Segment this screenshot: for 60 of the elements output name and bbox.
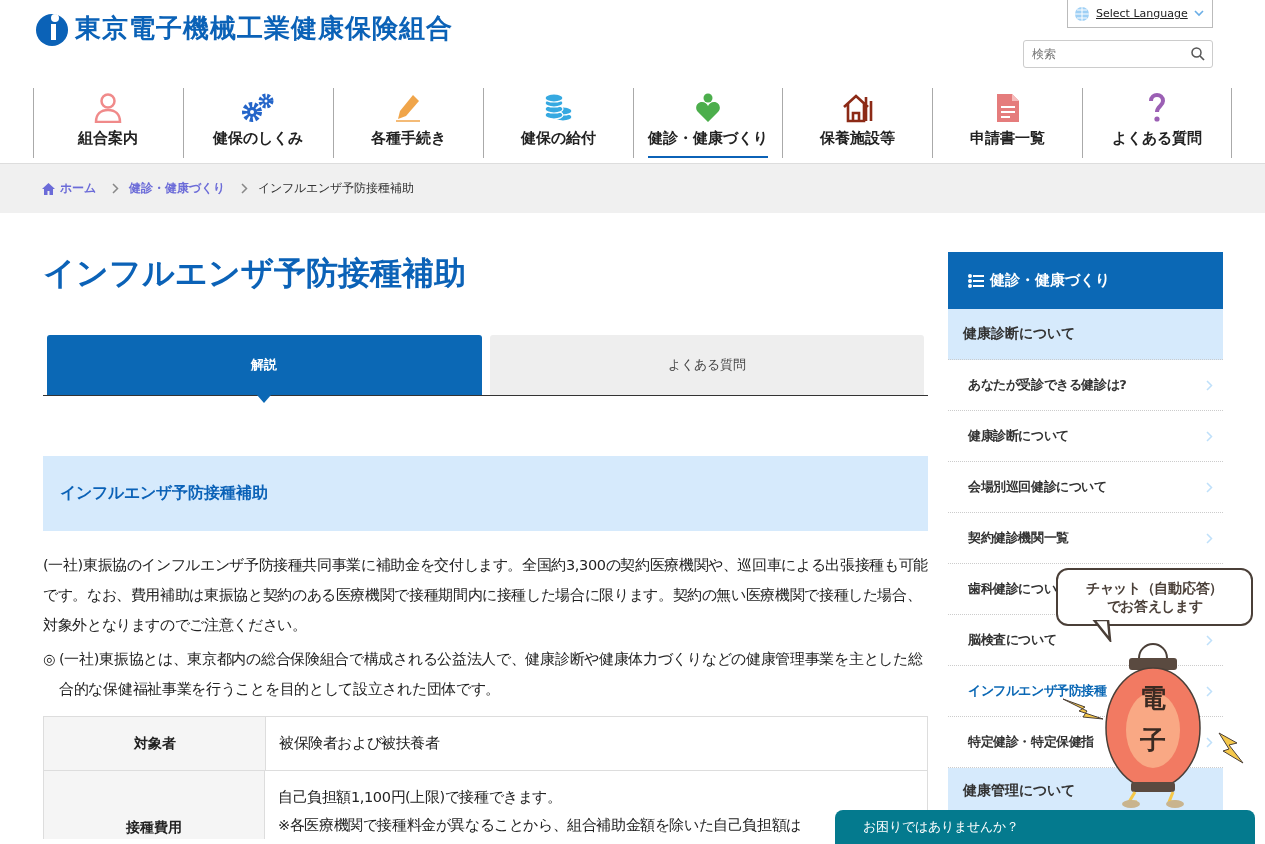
breadcrumb-link[interactable]: 健診・健康づくり [129,180,225,197]
nav-item[interactable]: よくある質問 [1082,88,1232,158]
home-link[interactable]: ホーム [42,180,96,197]
chevron-icon [112,183,119,194]
list-icon [968,273,984,288]
sidebar-item[interactable]: 契約健診機関一覧 [948,513,1223,564]
language-select[interactable]: Select Language [1067,0,1213,28]
chevron-icon [1206,430,1213,442]
lantern-mascot-tooltip[interactable] [1105,640,1201,810]
nav-item[interactable]: 保養施設等 [782,88,933,158]
note-mark: ◎ [43,650,57,669]
person-icon [94,93,123,123]
chevron-icon [1206,532,1213,544]
chevron-icon [1206,736,1213,748]
page-title: インフルエンザ予防接種補助 [43,253,467,294]
table-cell-text: 自己負担額1,100円(上限)で接種できます。 [278,788,563,807]
gears-icon [241,93,276,123]
search-icon[interactable] [1191,47,1205,61]
nav-item[interactable]: 健保の給付 [482,88,633,158]
question-icon [1148,93,1167,123]
heart-person-icon [694,93,721,123]
bubble-text: でお答えします [1106,597,1203,615]
nav-item[interactable]: 各種手続き [332,88,483,158]
table-cell-text: ※各医療機関で接種料金が異なることから、組合補助金額を除いた自己負担額は [278,816,801,835]
search-field[interactable]: 検索 [1023,40,1213,68]
tab-pointer [257,395,272,403]
nav-item[interactable]: 健保のしくみ [182,88,333,158]
chevron-icon [241,183,248,194]
sidebar-item[interactable]: あなたが受診できる健診は? [948,360,1223,411]
chevron-icon [1206,634,1213,646]
coins-icon [543,93,574,123]
table-cell-text: 被保険者および被扶養者 [279,734,440,753]
sidebar-title: 健診・健康づくり [990,271,1110,290]
chevron-icon [1206,481,1213,493]
sidebar-category[interactable]: 健康診断について [948,309,1223,360]
tab[interactable]: よくある質問 [489,335,924,395]
chevron-icon [1206,685,1213,697]
nav-item[interactable]: 申請書一覧 [932,88,1083,158]
table-header-cell: 対象者 [44,717,266,770]
chat-help-toast[interactable]: お困りではありませんか？ [835,810,1255,844]
chevron-icon [1206,379,1213,391]
breadcrumb-current: インフルエンザ予防接種補助 [258,180,414,197]
sidebar-item[interactable]: 会場別巡回健診について [948,462,1223,513]
nav-item[interactable]: 組合案内 [33,88,183,158]
sidebar-item[interactable]: 健康診断について [948,411,1223,462]
bubble-text: チャット（自動応答） [1086,579,1223,597]
table-header-cell: 接種費用 [44,771,265,839]
chat-tooltip[interactable]: チャット（自動応答） でお答えします [1056,568,1253,626]
globe-icon [1074,5,1090,22]
document-icon [995,93,1020,123]
site-title[interactable]: 東京電子機械工業健康保険組合 [75,10,453,46]
lightning-icon [1062,698,1104,720]
nav-item[interactable]: 健診・健康づくり [632,88,783,158]
lightning-icon [1218,732,1244,764]
home-icon [42,182,55,195]
note-text: (一社)東振協とは、東京都内の総合保険組合で構成される公益法人で、健康診断や健康体力づくりなどの健康管理事業を主とした総合的な保健福祉事業を行うことを目的として設立された団体です。 [59,650,924,699]
paragraph: (一社)東振協のインフルエンザ予防接種共同事業に補助金を交付します。全国約3,300の契約医療機関や、巡回車による出張接種も可能です。なお、費用補助は東振協と契約のある医療機関で接種期間内に接種した場合に限ります。契約の無い医療機関で接種した場合、対象外となりますのでご注意ください。 [43,556,928,635]
house-icon [841,93,874,123]
section-heading: インフルエンザ予防接種補助 [60,483,268,504]
caret-icon [1193,10,1204,17]
